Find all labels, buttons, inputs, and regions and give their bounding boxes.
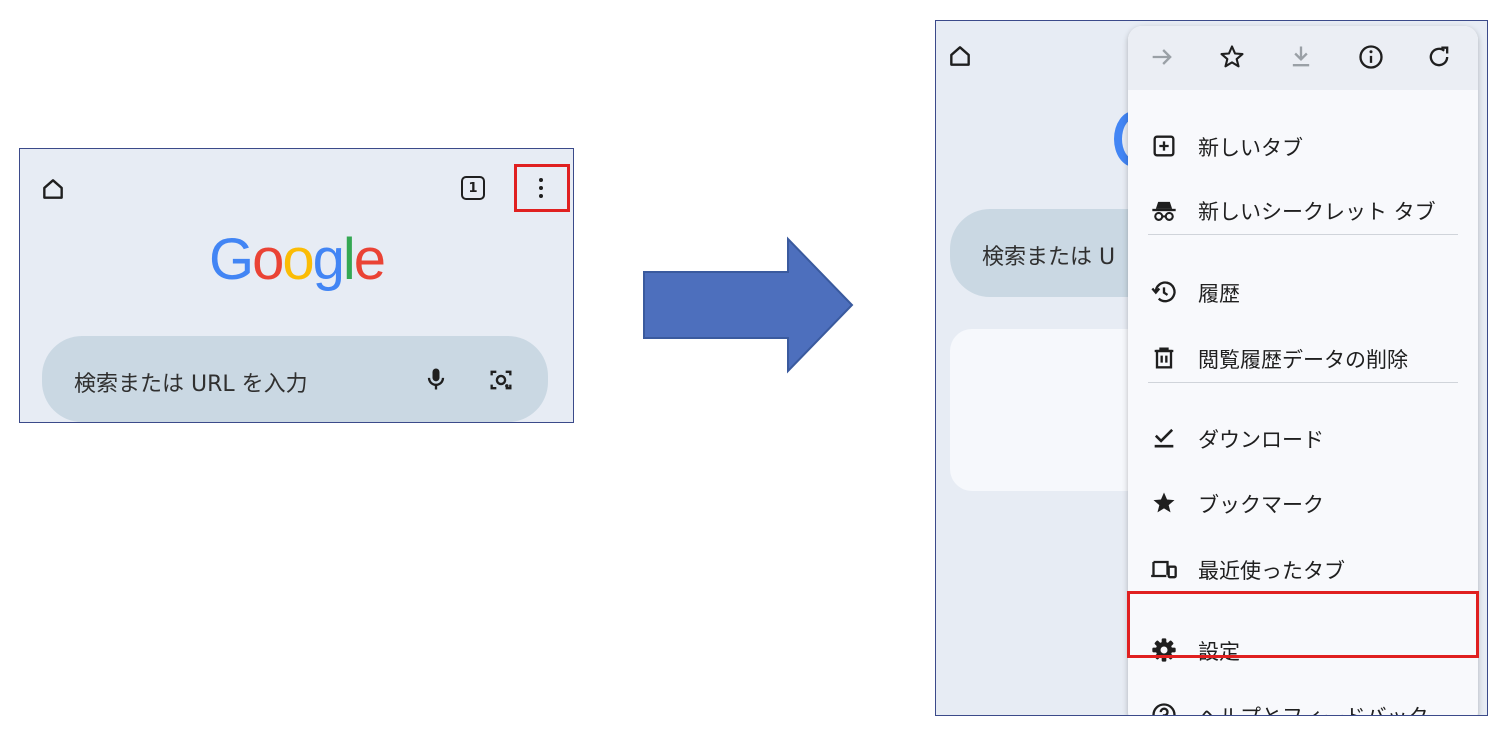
menu-item-label: 新しいシークレット タブ <box>1198 200 1436 224</box>
menu-divider <box>1148 234 1458 235</box>
menu-divider <box>1148 382 1458 383</box>
logo-letter: G <box>208 227 254 292</box>
browser-screenshot-before: 1 Google 検索または URL を入力 <box>19 148 574 423</box>
menu-item-history[interactable]: 履歴 <box>1128 262 1478 320</box>
bookmark-star-icon[interactable] <box>1218 43 1246 71</box>
home-icon[interactable] <box>40 176 66 202</box>
menu-item-label: ダウンロード <box>1198 428 1324 452</box>
incognito-icon <box>1152 201 1176 221</box>
search-box[interactable]: 検索または URL を入力 <box>42 336 548 422</box>
menu-toolbar <box>1128 26 1478 90</box>
browser-screenshot-menu-open: 検索または U 新しいタブ 新しいシークレット タブ 履歴 閲覧履歴データの削除… <box>935 20 1488 716</box>
search-placeholder: 検索または URL を入力 <box>74 372 308 397</box>
devices-icon <box>1151 560 1177 579</box>
plus-box-icon <box>1153 135 1175 157</box>
highlight-more-menu <box>514 164 570 212</box>
menu-item-label: 履歴 <box>1198 282 1240 306</box>
menu-item-bookmarks[interactable]: ブックマーク <box>1128 473 1478 531</box>
page-info-icon[interactable] <box>1357 43 1385 71</box>
help-circle-icon <box>1152 703 1176 715</box>
star-filled-icon <box>1153 492 1175 513</box>
forward-icon[interactable] <box>1148 43 1176 71</box>
right-arrow-icon <box>643 236 854 374</box>
google-logo: Google <box>20 231 573 289</box>
reload-icon[interactable] <box>1425 43 1453 71</box>
menu-item-label: 新しいタブ <box>1198 136 1303 160</box>
trash-icon <box>1154 347 1174 369</box>
logo-letter: g <box>312 227 345 292</box>
menu-item-clear-browsing-data[interactable]: 閲覧履歴データの削除 <box>1128 328 1478 386</box>
menu-item-downloads[interactable]: ダウンロード <box>1128 408 1478 466</box>
download-page-icon[interactable] <box>1287 43 1315 71</box>
menu-item-help-feedback[interactable]: ヘルプとフィードバック <box>1128 685 1478 715</box>
download-check-icon <box>1154 428 1174 448</box>
menu-item-new-incognito-tab[interactable]: 新しいシークレット タブ <box>1128 180 1478 238</box>
menu-item-label: 最近使ったタブ <box>1198 559 1345 583</box>
logo-letter: l <box>342 227 356 292</box>
logo-letter: e <box>353 227 386 292</box>
microphone-icon[interactable] <box>422 364 450 394</box>
menu-item-recent-tabs[interactable]: 最近使ったタブ <box>1128 539 1478 597</box>
menu-item-label: 閲覧履歴データの削除 <box>1198 348 1408 372</box>
home-icon[interactable] <box>947 43 973 69</box>
highlight-settings <box>1127 591 1479 658</box>
search-placeholder: 検索または U <box>982 245 1116 270</box>
logo-letter: o <box>282 227 314 292</box>
camera-search-icon[interactable] <box>487 366 515 394</box>
menu-item-label: ヘルプとフィードバック <box>1198 701 1429 715</box>
history-icon <box>1151 281 1176 303</box>
menu-item-label: ブックマーク <box>1198 493 1324 517</box>
logo-letter: o <box>252 227 284 292</box>
tab-switcher-button[interactable]: 1 <box>461 176 485 200</box>
menu-item-new-tab[interactable]: 新しいタブ <box>1128 116 1478 174</box>
